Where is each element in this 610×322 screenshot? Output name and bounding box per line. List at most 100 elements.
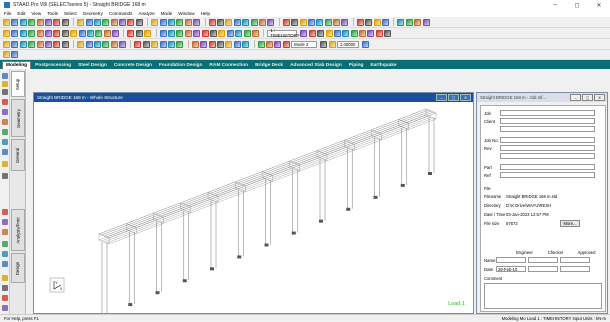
tab-earthquake[interactable]: Earthquake [367, 61, 399, 69]
maximize-icon[interactable]: ◻ [566, 0, 588, 10]
toolbar-tool-icon[interactable] [36, 40, 44, 48]
toolbar-tool-icon[interactable] [78, 29, 86, 37]
toolbar-tool-icon[interactable] [233, 40, 241, 48]
toolbar-tool-icon[interactable] [151, 40, 159, 48]
toolbar-tool-icon[interactable] [384, 29, 392, 37]
toolbar-tool-icon[interactable] [53, 18, 61, 26]
toolbar-tool-icon[interactable] [282, 40, 290, 48]
toolbar-tool-icon[interactable] [226, 29, 234, 37]
toolbar-tool-icon[interactable] [77, 40, 85, 48]
menu-help[interactable]: Help [201, 11, 210, 16]
toolbar-tool-icon[interactable] [356, 18, 364, 26]
fixed-support-icon[interactable] [237, 255, 242, 259]
toolbar-tool-icon[interactable] [19, 18, 27, 26]
rail-tool-icon[interactable] [2, 129, 8, 135]
rail-tool-icon[interactable] [2, 241, 8, 247]
job-info-minimize-icon[interactable]: – [570, 94, 581, 101]
viewport-restore-icon[interactable]: ◻ [448, 94, 459, 101]
toolbar-tool-icon[interactable] [28, 40, 36, 48]
toolbar-tool-icon[interactable] [291, 18, 299, 26]
job-field[interactable] [500, 110, 595, 116]
toolbar-tool-icon[interactable] [85, 18, 93, 26]
toolbar-tool-icon[interactable] [328, 40, 336, 48]
engineer-date-field[interactable]: 26-Feb-10 [496, 266, 526, 272]
toolbar-tool-icon[interactable] [361, 40, 369, 48]
toolbar-tool-icon[interactable] [233, 18, 241, 26]
toolbar-tool-icon[interactable] [61, 40, 69, 48]
tab-foundation-design[interactable]: Foundation Design [156, 61, 205, 69]
toolbar-tool-icon[interactable] [341, 18, 349, 26]
toolbar-tool-icon[interactable] [176, 18, 184, 26]
toolbar-tool-icon[interactable] [333, 18, 341, 26]
toolbar-tool-icon[interactable] [119, 18, 127, 26]
rail-tool-icon[interactable] [2, 275, 8, 281]
rail-tool-icon[interactable] [2, 229, 8, 235]
tab-bridge-deck[interactable]: Bridge Deck [252, 61, 286, 69]
toolbar-tool-icon[interactable] [168, 18, 176, 26]
toolbar-tool-icon[interactable] [127, 29, 135, 37]
fixed-support-icon[interactable] [128, 303, 133, 307]
fixed-support-icon[interactable] [428, 172, 432, 175]
longitudinal-girder[interactable] [106, 117, 434, 244]
toolbar-tool-icon[interactable] [320, 40, 328, 48]
menu-window[interactable]: Window [178, 11, 194, 16]
toolbar-tool-icon[interactable] [102, 40, 110, 48]
comment-field[interactable] [484, 283, 602, 309]
toolbar-tool-icon[interactable] [251, 29, 259, 37]
client-field[interactable] [500, 118, 595, 124]
toolbar-tool-icon[interactable] [317, 29, 325, 37]
tab-setup[interactable]: Setup [11, 71, 25, 97]
rail-tool-icon[interactable] [2, 261, 8, 267]
structure-viewport-window[interactable]: Straight BRIDGE 168 m - Whole Structure … [33, 92, 474, 314]
toolbar-tool-icon[interactable] [316, 18, 324, 26]
toolbar-tool-icon[interactable] [342, 29, 350, 37]
toolbar-tool-icon[interactable] [201, 29, 209, 37]
checker-name-field[interactable] [528, 257, 558, 263]
toolbar-tool-icon[interactable] [208, 18, 216, 26]
toolbar-tool-icon[interactable] [367, 29, 375, 37]
tab-postprocessing[interactable]: Postprocessing [32, 61, 74, 69]
toolbar-tool-icon[interactable] [307, 18, 315, 26]
tab-piping[interactable]: Piping [346, 61, 367, 69]
toolbar-tool-icon[interactable] [3, 29, 10, 37]
toolbar-tool-icon[interactable] [365, 18, 373, 26]
menu-mode[interactable]: Mode [161, 11, 173, 16]
toolbar-tool-icon[interactable] [243, 29, 251, 37]
close-icon[interactable]: ✕ [588, 0, 610, 10]
job-info-close-icon[interactable]: ✕ [594, 94, 605, 101]
toolbar-tool-icon[interactable] [350, 29, 358, 37]
approved-date-field[interactable] [560, 266, 590, 272]
toolbar-tool-icon[interactable] [61, 29, 69, 37]
toolbar-tool-icon[interactable] [218, 29, 226, 37]
toolbar-tool-icon[interactable] [44, 40, 52, 48]
job-info-restore-icon[interactable]: ◻ [582, 94, 593, 101]
longitudinal-girder[interactable] [108, 112, 437, 239]
rail-tool-icon[interactable] [2, 89, 8, 95]
fixed-support-icon[interactable] [319, 219, 323, 223]
toolbar-tool-icon[interactable] [19, 40, 27, 48]
longitudinal-girder[interactable] [106, 111, 434, 238]
fixed-support-icon[interactable] [182, 279, 187, 283]
toolbar-tool-icon[interactable] [3, 51, 10, 58]
menu-analyze[interactable]: Analyze [138, 11, 154, 16]
rail-tool-icon[interactable] [2, 285, 8, 291]
rail-tool-icon[interactable] [2, 139, 8, 145]
toolbar-tool-icon[interactable] [200, 40, 208, 48]
longitudinal-girder[interactable] [98, 108, 427, 235]
toolbar-tool-icon[interactable] [225, 40, 233, 48]
approved-name-field[interactable] [560, 257, 590, 263]
toolbar-tool-icon[interactable] [265, 40, 273, 48]
toolbar-tool-icon[interactable] [168, 29, 176, 37]
toolbar-tool-icon[interactable] [373, 18, 381, 26]
toolbar-tool-icon[interactable] [103, 29, 111, 37]
more-button[interactable]: More... [560, 220, 580, 227]
rail-tool-icon[interactable] [2, 251, 8, 257]
toolbar-tool-icon[interactable] [375, 29, 383, 37]
fixed-support-icon[interactable] [155, 291, 160, 295]
toolbar-tool-icon[interactable] [267, 18, 275, 26]
fixed-support-icon[interactable] [291, 231, 296, 235]
menu-edit[interactable]: Edit [17, 11, 25, 16]
menu-select[interactable]: Select [64, 11, 77, 16]
toolbar-tool-icon[interactable] [235, 29, 243, 37]
toolbar-tool-icon[interactable] [324, 18, 332, 26]
